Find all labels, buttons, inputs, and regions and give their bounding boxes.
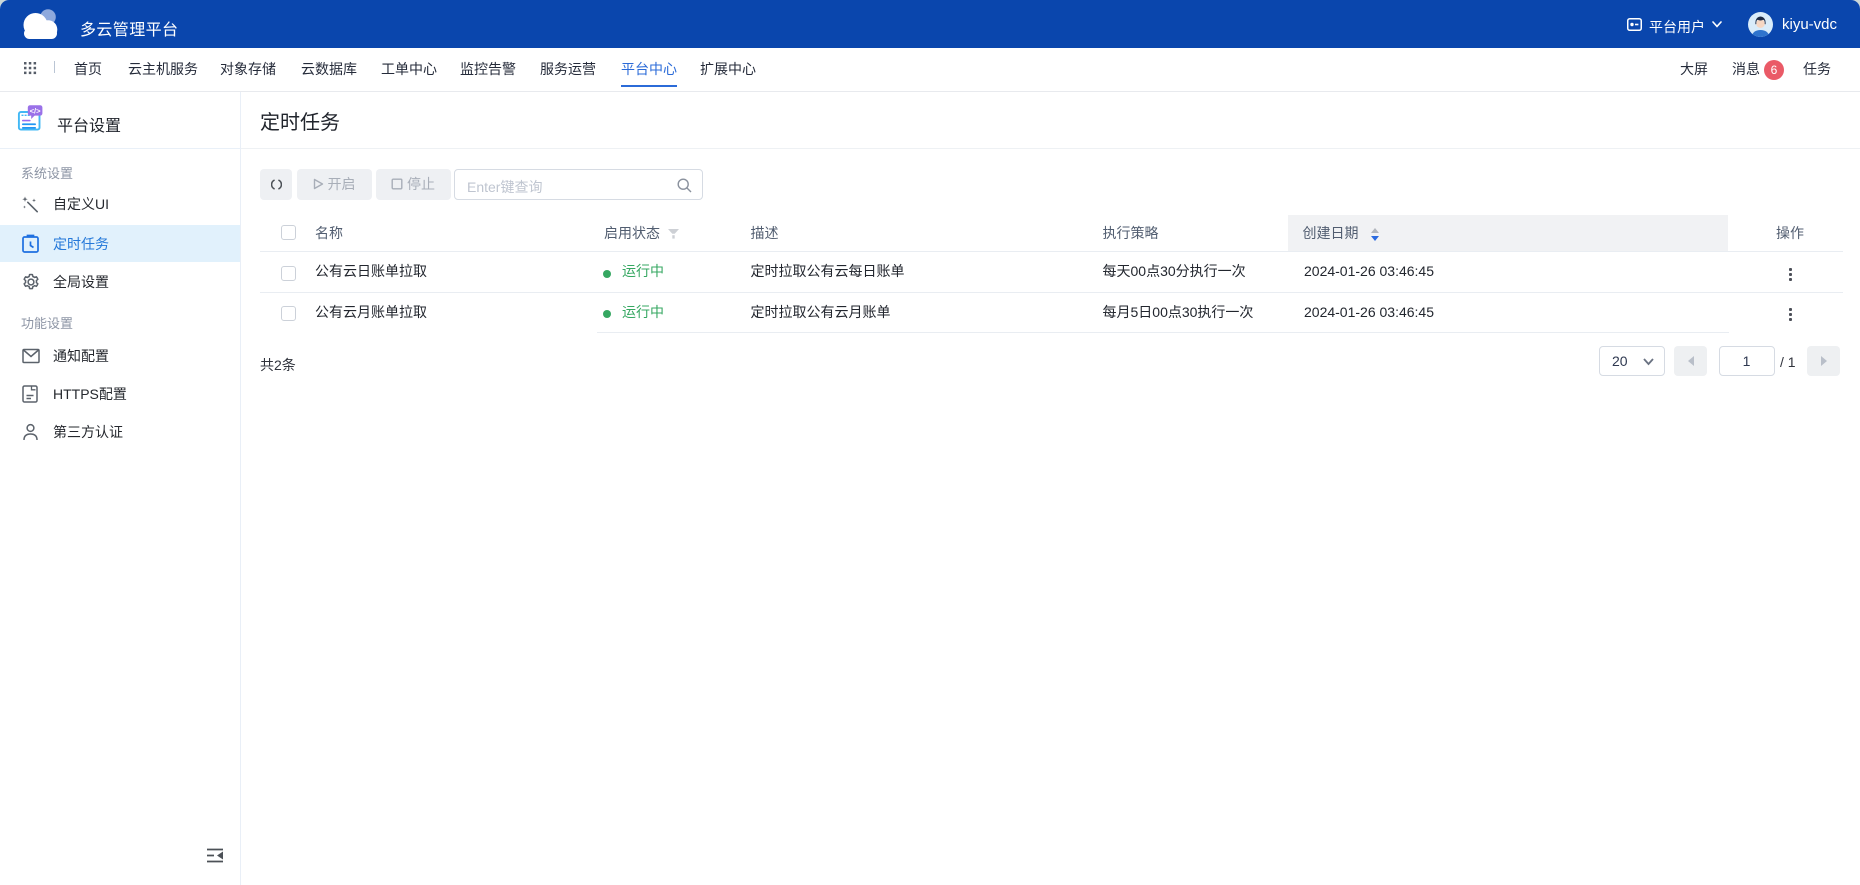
svg-text:</>: </> [30,106,42,115]
